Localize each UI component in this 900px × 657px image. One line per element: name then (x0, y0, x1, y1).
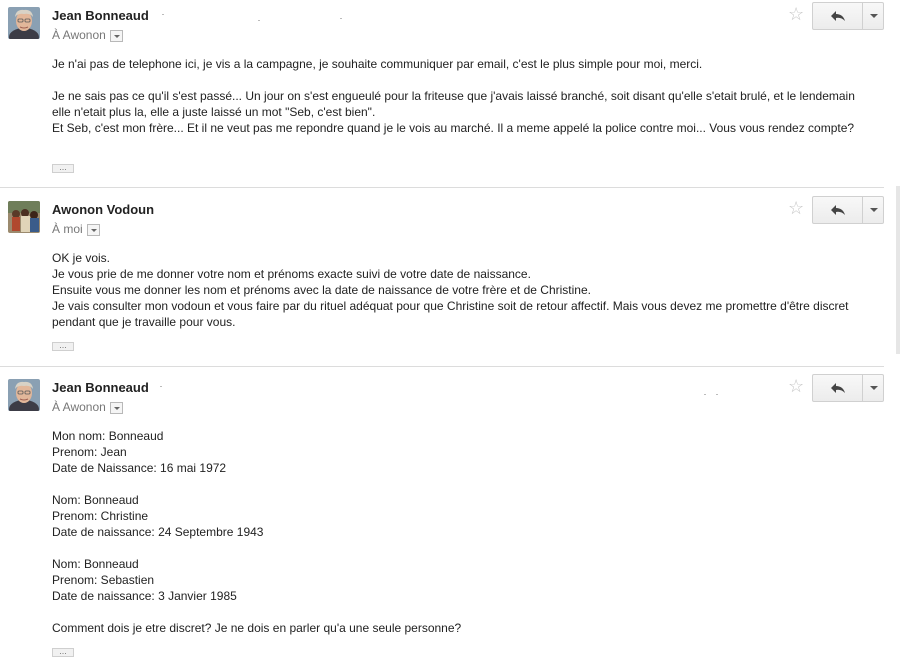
recipient-details-toggle[interactable] (109, 402, 123, 414)
body-spacer (52, 540, 872, 556)
body-line: Date de naissance: 24 Septembre 1943 (52, 525, 264, 539)
body-spacer (52, 72, 872, 88)
body-line: Date de Naissance: 16 mai 1972 (52, 461, 227, 475)
sender-name[interactable]: Jean Bonneaud (52, 8, 149, 23)
recipient-line: À moi (52, 222, 100, 236)
show-trimmed-content-button[interactable]: ... (52, 342, 74, 351)
avatar-jean[interactable] (8, 379, 40, 411)
message-divider (0, 366, 884, 367)
reply-button[interactable] (812, 2, 863, 30)
recipient-details-toggle[interactable] (86, 224, 100, 236)
body-line: Je ne sais pas ce qu'il s'est passé... U… (52, 89, 859, 119)
body-line: Prenom: Christine (52, 509, 149, 523)
message-body: Je n'ai pas de telephone ici, je vis a l… (52, 56, 872, 136)
body-line: Je vous prie de me donner votre nom et p… (52, 267, 531, 281)
body-line: OK je vois. (52, 251, 111, 265)
email-fragment (258, 20, 260, 21)
recipient-details-toggle[interactable] (109, 30, 123, 42)
email-fragment (340, 18, 342, 19)
more-actions-button[interactable] (863, 196, 884, 224)
scrollbar-thumb[interactable] (896, 186, 900, 354)
message-divider (0, 187, 884, 188)
recipient-line: À Awonon (52, 28, 123, 42)
body-line: Je n'ai pas de telephone ici, je vis a l… (52, 57, 703, 71)
body-line: Mon nom: Bonneaud (52, 429, 164, 443)
message-body: Mon nom: Bonneaud Prenom: Jean Date de N… (52, 428, 872, 636)
reply-button-group (812, 196, 884, 224)
reply-arrow-icon (830, 205, 845, 215)
reply-button-group (812, 374, 884, 402)
star-icon[interactable]: ☆ (788, 5, 804, 23)
email-fragment (160, 386, 162, 387)
recipient-label: À Awonon (52, 400, 106, 414)
body-spacer (52, 476, 872, 492)
more-actions-button[interactable] (863, 374, 884, 402)
body-line: Date de naissance: 3 Janvier 1985 (52, 589, 237, 603)
recipient-line: À Awonon (52, 400, 123, 414)
star-icon[interactable]: ☆ (788, 377, 804, 395)
body-line: Prenom: Jean (52, 445, 127, 459)
show-trimmed-content-button[interactable]: ... (52, 164, 74, 173)
message-body: OK je vois. Je vous prie de me donner vo… (52, 250, 872, 330)
reply-button[interactable] (812, 374, 863, 402)
reply-arrow-icon (830, 11, 845, 21)
sender-name[interactable]: Jean Bonneaud (52, 380, 149, 395)
email-fragment (716, 394, 718, 395)
reply-button[interactable] (812, 196, 863, 224)
more-actions-button[interactable] (863, 2, 884, 30)
recipient-label: À moi (52, 222, 83, 236)
email-fragment (162, 14, 164, 15)
reply-arrow-icon (830, 383, 845, 393)
body-line: Nom: Bonneaud (52, 493, 139, 507)
star-icon[interactable]: ☆ (788, 199, 804, 217)
body-spacer (52, 604, 872, 620)
avatar-jean[interactable] (8, 7, 40, 39)
recipient-label: À Awonon (52, 28, 106, 42)
sender-name[interactable]: Awonon Vodoun (52, 202, 154, 217)
body-line: Et Seb, c'est mon frère... Et il ne veut… (52, 121, 855, 135)
body-line: Je vais consulter mon vodoun et vous fai… (52, 299, 852, 329)
avatar-awonon[interactable] (8, 201, 40, 233)
email-fragment (704, 394, 706, 395)
body-line: Ensuite vous me donner les nom et prénom… (52, 283, 591, 297)
body-line: Prenom: Sebastien (52, 573, 155, 587)
body-line: Comment dois je etre discret? Je ne dois… (52, 621, 462, 635)
body-line: Nom: Bonneaud (52, 557, 139, 571)
reply-button-group (812, 2, 884, 30)
